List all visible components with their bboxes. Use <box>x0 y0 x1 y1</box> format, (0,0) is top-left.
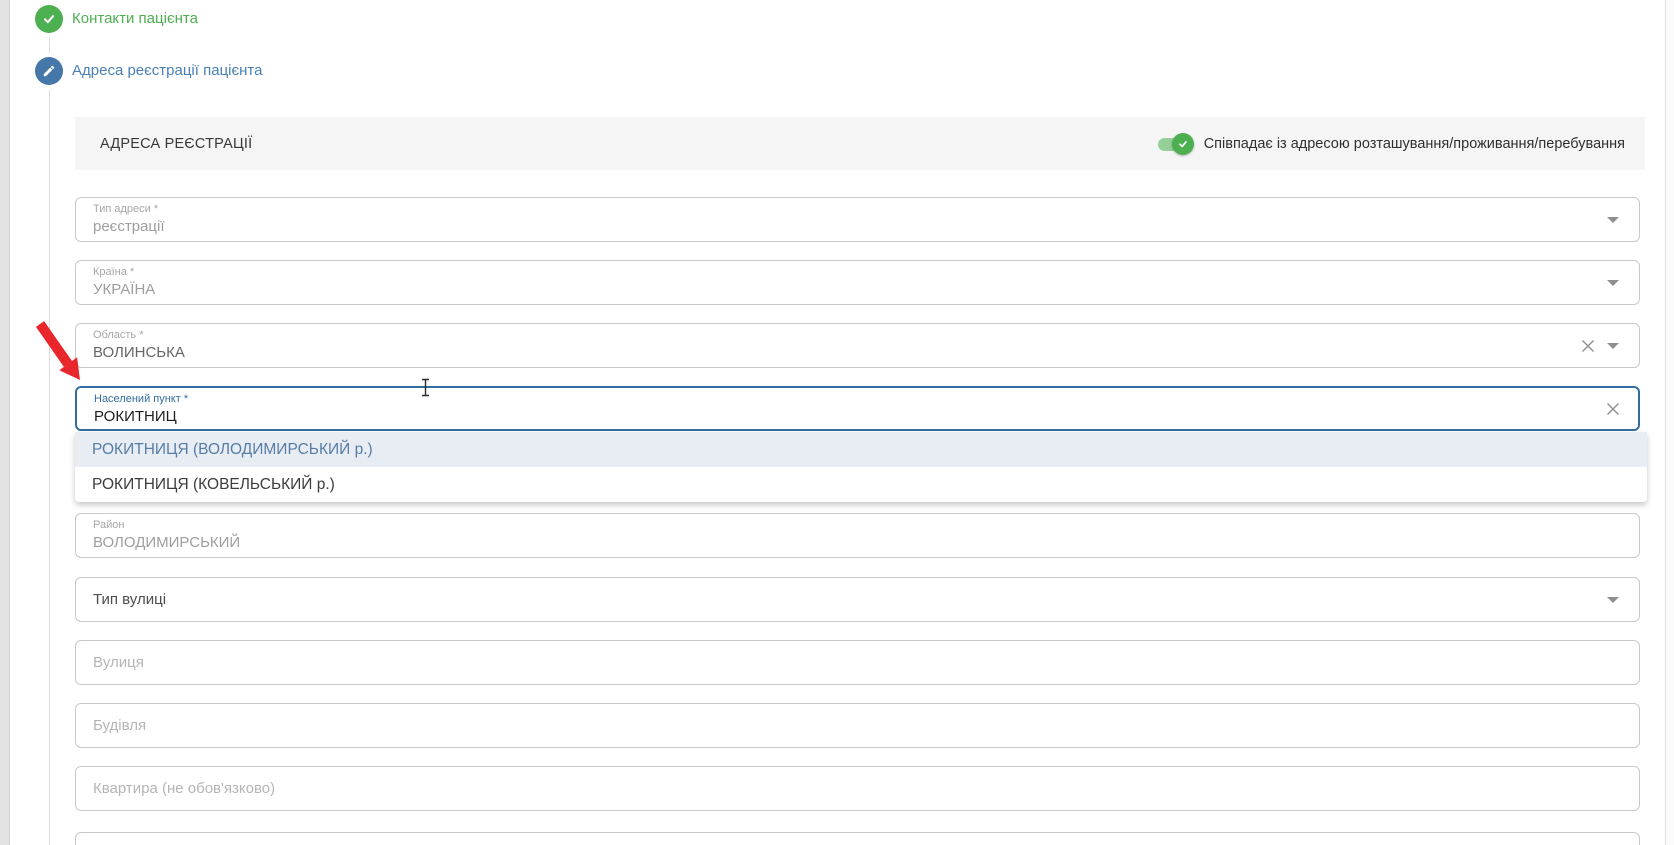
section-title: АДРЕСА РЕЄСТРАЦІЇ <box>100 136 252 152</box>
country-value: УКРАЇНА <box>93 281 155 298</box>
region-value: ВОЛИНСЬКА <box>93 344 185 361</box>
step-active-icon-circle[interactable] <box>35 57 63 85</box>
chevron-down-icon[interactable] <box>1607 217 1619 223</box>
chevron-down-icon[interactable] <box>1607 597 1619 603</box>
building-field[interactable]: Будівля <box>75 703 1640 748</box>
district-label: Район <box>93 519 124 531</box>
same-address-toggle-group: Співпадає із адресою розташування/прожив… <box>1156 117 1625 170</box>
same-address-toggle[interactable] <box>1156 133 1194 155</box>
clear-icon[interactable] <box>1579 337 1597 355</box>
apartment-field[interactable]: Квартира (не обов'язково) <box>75 766 1640 811</box>
region-field[interactable]: Область * ВОЛИНСЬКА <box>75 323 1640 368</box>
district-value: ВОЛОДИМИРСЬКИЙ <box>93 534 240 551</box>
next-field-partial[interactable] <box>75 832 1640 845</box>
address-type-field[interactable]: Тип адреси * реєстрації <box>75 197 1640 242</box>
district-field[interactable]: Район ВОЛОДИМИРСЬКИЙ <box>75 513 1640 558</box>
chevron-down-icon[interactable] <box>1607 343 1619 349</box>
scrollbar[interactable] <box>1665 0 1674 845</box>
address-type-label: Тип адреси * <box>93 203 158 215</box>
region-label: Область * <box>93 329 144 341</box>
street-type-placeholder: Тип вулиці <box>93 578 166 621</box>
stepper-connector <box>49 38 50 53</box>
suggestion-option[interactable]: РОКИТНИЦЯ (КОВЕЛЬСЬКИЙ р.) <box>75 467 1647 502</box>
street-field[interactable]: Вулиця <box>75 640 1640 685</box>
country-field[interactable]: Країна * УКРАЇНА <box>75 260 1640 305</box>
registration-address-header: АДРЕСА РЕЄСТРАЦІЇ Співпадає із адресою р… <box>75 117 1645 170</box>
pencil-icon <box>42 64 56 78</box>
country-label: Країна * <box>93 266 134 278</box>
address-type-value: реєстрації <box>93 218 164 235</box>
apartment-placeholder: Квартира (не обов'язково) <box>93 767 275 810</box>
text-cursor-icon <box>420 378 431 397</box>
step-address-label[interactable]: Адреса реєстрації пацієнта <box>72 62 262 80</box>
step-contacts-label[interactable]: Контакти пацієнта <box>72 10 198 28</box>
left-gutter <box>0 0 10 845</box>
patient-registration-address-screen: Контакти пацієнта Адреса реєстрації паці… <box>0 0 1674 845</box>
chevron-down-icon[interactable] <box>1607 280 1619 286</box>
toggle-label: Співпадає із адресою розташування/прожив… <box>1204 136 1625 152</box>
check-icon <box>41 11 57 27</box>
street-placeholder: Вулиця <box>93 641 144 684</box>
suggestion-option[interactable]: РОКИТНИЦЯ (ВОЛОДИМИРСЬКИЙ р.) <box>75 432 1647 467</box>
settlement-value: РОКИТНИЦ <box>94 408 177 425</box>
settlement-suggestions-panel: РОКИТНИЦЯ (ВОЛОДИМИРСЬКИЙ р.) РОКИТНИЦЯ … <box>75 432 1647 502</box>
stepper-connector <box>49 90 50 845</box>
check-icon <box>1177 138 1189 150</box>
building-placeholder: Будівля <box>93 704 146 747</box>
clear-icon[interactable] <box>1604 400 1622 418</box>
settlement-field[interactable]: Населений пункт * РОКИТНИЦ <box>75 386 1640 431</box>
step-completed-icon-circle[interactable] <box>35 5 63 33</box>
toggle-knob <box>1172 133 1194 155</box>
settlement-label: Населений пункт * <box>94 393 188 405</box>
street-type-field[interactable]: Тип вулиці <box>75 577 1640 622</box>
